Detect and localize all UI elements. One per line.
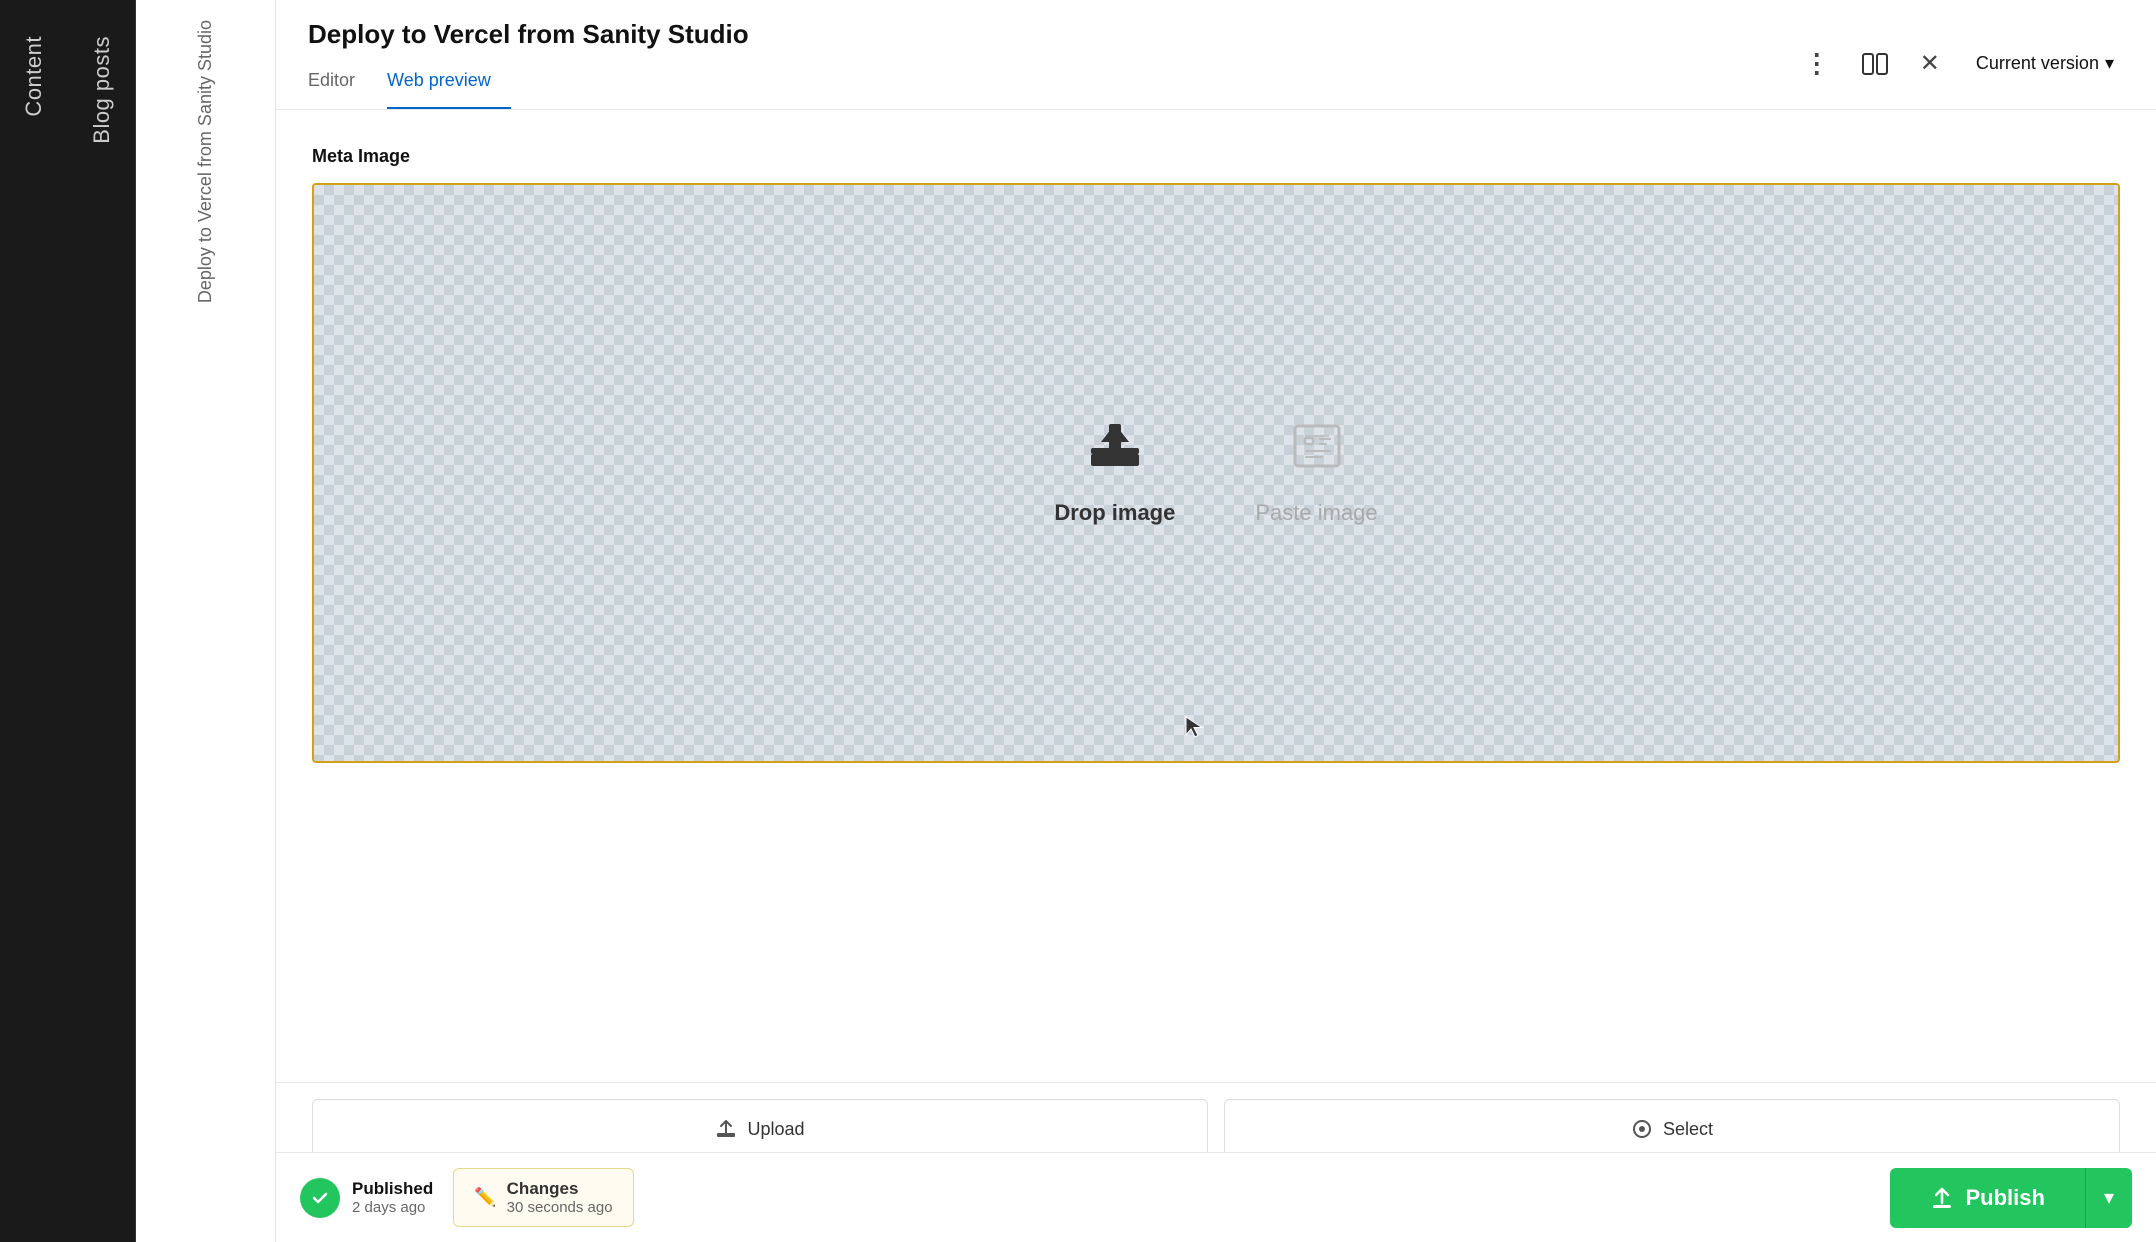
more-options-button[interactable]: ⋮ <box>1798 42 1836 85</box>
sidebar-item-content[interactable]: Content <box>21 20 47 133</box>
content-area: Meta Image Drop image <box>276 110 2156 1082</box>
changes-label: Changes <box>507 1179 613 1199</box>
changes-text: Changes 30 seconds ago <box>507 1179 613 1216</box>
sidebar-blog-posts: Blog posts <box>68 0 136 1242</box>
published-badge: Published 2 days ago <box>300 1178 433 1218</box>
header-left: Deploy to Vercel from Sanity Studio Edit… <box>308 19 749 109</box>
changes-time: 30 seconds ago <box>507 1199 613 1216</box>
main-area: Deploy to Vercel from Sanity Studio Edit… <box>276 0 2156 1242</box>
footer: Published 2 days ago ✏️ Changes 30 secon… <box>276 1152 2156 1242</box>
cursor-indicator <box>1184 715 1204 744</box>
split-icon <box>1862 53 1888 75</box>
version-label: Current version <box>1976 53 2099 74</box>
select-label: Select <box>1663 1119 1713 1140</box>
paste-icon <box>1289 420 1345 484</box>
page-title: Deploy to Vercel from Sanity Studio <box>308 19 749 50</box>
header-actions: ⋮ ✕ <box>1798 42 1946 85</box>
upload-icon <box>1087 420 1143 484</box>
upload-button[interactable]: Upload <box>312 1099 1208 1152</box>
third-panel-label[interactable]: Deploy to Vercel from Sanity Studio <box>195 20 216 303</box>
close-button[interactable]: ✕ <box>1914 43 1946 84</box>
publish-label: Publish <box>1966 1185 2045 1211</box>
published-label: Published <box>352 1179 433 1199</box>
select-btn-icon <box>1631 1119 1653 1139</box>
more-icon: ⋮ <box>1804 48 1830 79</box>
footer-left: Published 2 days ago ✏️ Changes 30 secon… <box>300 1168 634 1227</box>
paste-image-action[interactable]: Paste image <box>1255 420 1377 526</box>
check-icon <box>310 1188 330 1208</box>
published-time: 2 days ago <box>352 1199 433 1216</box>
tab-editor[interactable]: Editor <box>308 62 375 109</box>
publish-icon <box>1930 1186 1954 1210</box>
published-text: Published 2 days ago <box>352 1179 433 1216</box>
select-button[interactable]: Select <box>1224 1099 2120 1152</box>
upload-label: Upload <box>747 1119 804 1140</box>
meta-image-label: Meta Image <box>312 146 2120 167</box>
sidebar-content: Content <box>0 0 68 1242</box>
version-selector[interactable]: Current version ▾ <box>1966 47 2124 80</box>
image-drop-zone[interactable]: Drop image Paste image <box>312 183 2120 763</box>
footer-right: Publish ▾ <box>1890 1168 2133 1228</box>
drop-image-label: Drop image <box>1054 500 1175 526</box>
close-icon: ✕ <box>1920 49 1940 78</box>
sidebar-item-blog-posts[interactable]: Blog posts <box>89 20 115 160</box>
header-right: ⋮ ✕ Current version ▾ <box>1798 42 2124 85</box>
published-icon <box>300 1178 340 1218</box>
third-panel: Deploy to Vercel from Sanity Studio <box>136 0 276 1242</box>
header-tabs: Editor Web preview <box>308 62 749 109</box>
publish-chevron-icon: ▾ <box>2104 1185 2114 1210</box>
bottom-buttons-row: Upload Select <box>276 1082 2156 1152</box>
changes-icon: ✏️ <box>474 1187 496 1208</box>
paste-image-label: Paste image <box>1255 500 1377 526</box>
publish-dropdown-button[interactable]: ▾ <box>2085 1168 2132 1228</box>
tab-web-preview[interactable]: Web preview <box>387 62 511 109</box>
header: Deploy to Vercel from Sanity Studio Edit… <box>276 0 2156 110</box>
version-chevron: ▾ <box>2105 53 2114 74</box>
changes-badge[interactable]: ✏️ Changes 30 seconds ago <box>453 1168 633 1227</box>
drop-image-action[interactable]: Drop image <box>1054 420 1175 526</box>
upload-btn-icon <box>715 1119 737 1139</box>
publish-button[interactable]: Publish <box>1890 1168 2085 1228</box>
split-view-button[interactable] <box>1856 47 1894 81</box>
